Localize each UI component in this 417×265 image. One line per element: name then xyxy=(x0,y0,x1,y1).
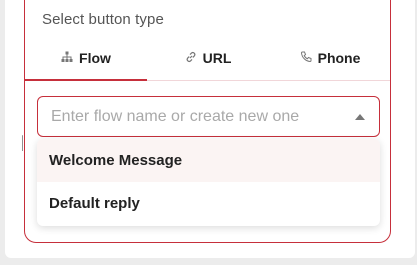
flow-options-menu: Welcome Message Default reply xyxy=(37,139,380,226)
button-type-popover: Select button type Flow URL Phone Welcom… xyxy=(24,0,391,243)
option-default-reply[interactable]: Default reply xyxy=(37,182,380,225)
button-type-tabs: Flow URL Phone xyxy=(25,35,390,81)
flow-select[interactable] xyxy=(37,96,380,137)
tab-phone[interactable]: Phone xyxy=(269,35,390,80)
tab-flow-label: Flow xyxy=(79,49,111,66)
phone-icon xyxy=(300,50,312,66)
tab-flow[interactable]: Flow xyxy=(25,35,147,81)
sitemap-icon xyxy=(61,50,73,66)
tab-url[interactable]: URL xyxy=(147,35,269,80)
tab-phone-label: Phone xyxy=(317,49,361,66)
link-icon xyxy=(185,50,197,66)
flow-search-input[interactable] xyxy=(51,107,341,126)
caret-up-icon[interactable] xyxy=(355,114,365,120)
option-welcome-message[interactable]: Welcome Message xyxy=(37,139,380,182)
popover-heading: Select button type xyxy=(42,11,164,28)
tab-url-label: URL xyxy=(202,49,232,66)
